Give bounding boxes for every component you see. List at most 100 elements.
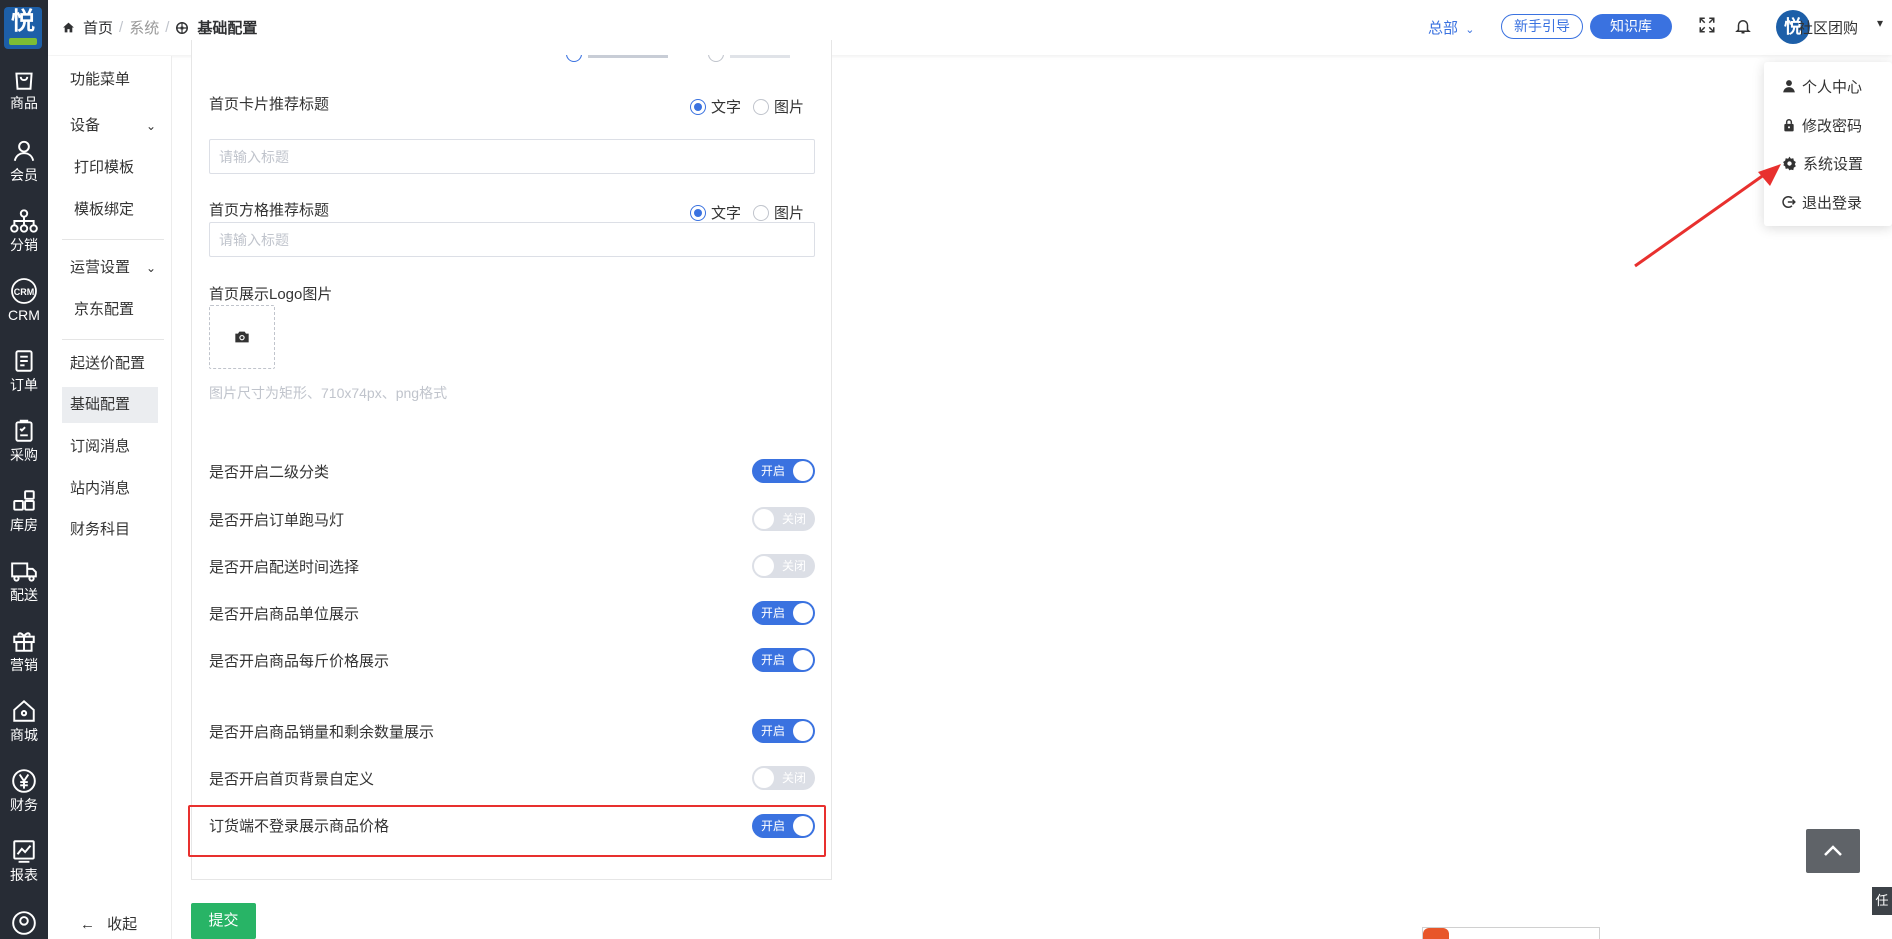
submenu-label: 订阅消息 [70,438,131,455]
menu-item-profile[interactable]: 个人中心 [1782,76,1862,96]
hierarchy-icon [10,209,38,233]
grid-title-input[interactable] [209,222,815,257]
toggle-state: 关闭 [781,771,806,785]
toggle-knob [793,603,813,623]
rail-item-goods[interactable]: 商品 [0,66,48,132]
submenu-label: 功能菜单 [70,71,131,88]
rail-label: 分销 [10,237,38,253]
app-logo[interactable]: 悦 [4,7,42,49]
toggle-custom-background[interactable]: 关闭 [752,766,815,790]
toggle-secondary-category[interactable]: 开启 [752,459,815,483]
submenu-item-jd-config[interactable]: 京东配置 [66,292,162,328]
grid-icon [13,490,35,511]
settings-icon [176,21,189,34]
submenu-label: 起送价配置 [70,355,146,372]
submenu-item-operations[interactable]: 运营设置 ⌄ [62,250,158,286]
submenu-item-template-binding[interactable]: 模板绑定 [66,192,162,228]
menu-item-logout[interactable]: 退出登录 [1782,192,1862,212]
chevron-down-icon[interactable]: ▾ [1877,16,1883,30]
toggle-label-delivery-time: 是否开启配送时间选择 [209,559,360,576]
toggle-price-per-jin[interactable]: 开启 [752,648,815,672]
rail-item-crm[interactable]: CRM CRM [0,278,48,344]
breadcrumb-system[interactable]: 系统 [129,17,159,38]
toggle-label-price-per-jin: 是否开启商品每斤价格展示 [209,653,390,670]
rail-item-purchase[interactable]: 采购 [0,418,48,484]
bell-icon[interactable] [1734,16,1752,36]
radio-option-text[interactable]: 文字 [690,96,741,117]
rail-item-order[interactable]: 订单 [0,348,48,414]
rail-item-marketing[interactable]: 营销 [0,628,48,694]
collapse-button[interactable]: ← 收起 [80,913,137,934]
toggle-order-marquee[interactable]: 关闭 [752,507,815,531]
submenu-item-subscription-msg[interactable]: 订阅消息 [62,429,158,465]
menu-item-label: 修改密码 [1802,117,1863,135]
toggle-label-secondary-category: 是否开启二级分类 [209,464,330,481]
toggle-guest-price[interactable]: 开启 [752,814,815,838]
card-title-input[interactable] [209,139,815,174]
submenu-label: 京东配置 [74,301,135,318]
toggle-knob [793,461,813,481]
rail-item-distribution[interactable]: 分销 [0,208,48,274]
rail-item-more[interactable] [0,910,48,939]
submenu-item-min-delivery[interactable]: 起送价配置 [62,346,158,382]
svg-text:CRM: CRM [14,287,35,297]
back-to-top-button[interactable] [1806,829,1860,873]
menu-item-label: 个人中心 [1802,78,1863,96]
rail-label: 财务 [10,797,38,813]
toggle-label-custom-background: 是否开启首页背景自定义 [209,771,375,788]
rail-item-warehouse[interactable]: 库房 [0,488,48,554]
radio-circle[interactable] [753,98,770,115]
rail-item-report[interactable]: 报表 [0,838,48,904]
knowledge-base-button[interactable]: 知识库 [1590,14,1672,39]
side-tab[interactable]: 任 [1872,887,1892,915]
logo-hint: 图片尺寸为矩形、710x74px、png格式 [209,385,448,401]
submenu-item-function-menu[interactable]: 功能菜单 [62,62,158,98]
submenu-item-site-msg[interactable]: 站内消息 [62,471,158,507]
rail-item-member[interactable]: 会员 [0,138,48,204]
guide-button[interactable]: 新手引导 [1501,14,1583,39]
home-icon [63,22,74,33]
toggle-sales-stock[interactable]: 开启 [752,719,815,743]
toggle-knob [754,768,774,788]
toggle-delivery-time[interactable]: 关闭 [752,554,815,578]
submit-button[interactable]: 提交 [191,903,256,939]
radio-circle[interactable] [690,98,706,115]
fullscreen-icon[interactable] [1698,16,1716,34]
toggle-label-unit-display: 是否开启商品单位展示 [209,606,360,623]
menu-item-system-settings[interactable]: 系统设置 [1782,153,1863,173]
submenu-item-basic-config[interactable]: 基础配置 [62,387,158,423]
radio-label: 文字 [711,205,742,222]
chevron-down-icon: ⌄ [1465,24,1475,36]
arrow-left-icon: ← [80,916,95,933]
submenu-item-finance-subject[interactable]: 财务科目 [62,512,158,548]
rail-item-finance[interactable]: 财务 [0,768,48,834]
ime-toolbar [1422,927,1600,939]
submenu-divider [62,239,164,240]
store-select[interactable]: 总部 ⌄ [1428,17,1474,38]
rail-item-mall[interactable]: 商城 [0,698,48,764]
logo-upload[interactable] [209,305,275,369]
radio-circle[interactable] [753,204,770,221]
truck-icon [11,562,37,582]
person-icon [1783,80,1795,93]
radio-option-image[interactable]: 图片 [753,96,804,117]
submenu-label: 基础配置 [70,396,131,413]
submenu-item-device[interactable]: 设备 ⌄ [62,108,158,144]
rail-item-delivery[interactable]: 配送 [0,558,48,624]
user-name[interactable]: 社区团购 [1798,17,1858,38]
grid-title-type-radio: 文字 图片 [690,202,816,223]
radio-option-image[interactable]: 图片 [753,202,804,223]
lock-icon [1784,119,1794,132]
radio-circle[interactable] [690,204,706,221]
toggle-unit-display[interactable]: 开启 [752,601,815,625]
radio-label: 图片 [774,99,805,116]
submenu-item-print-template[interactable]: 打印模板 [66,150,162,186]
menu-item-change-password[interactable]: 修改密码 [1782,115,1862,135]
toggle-label-order-marquee: 是否开启订单跑马灯 [209,512,345,529]
yen-icon [12,769,36,793]
logo-badge [9,38,37,45]
breadcrumb-home[interactable]: 首页 [83,17,113,38]
radio-option-text[interactable]: 文字 [690,202,741,223]
main-nav-rail: 悦 商品 会员 分销 CRM CRM 订单 采购 库房 配送 营销 商城 财务 … [0,0,48,939]
bag-icon [15,72,33,90]
